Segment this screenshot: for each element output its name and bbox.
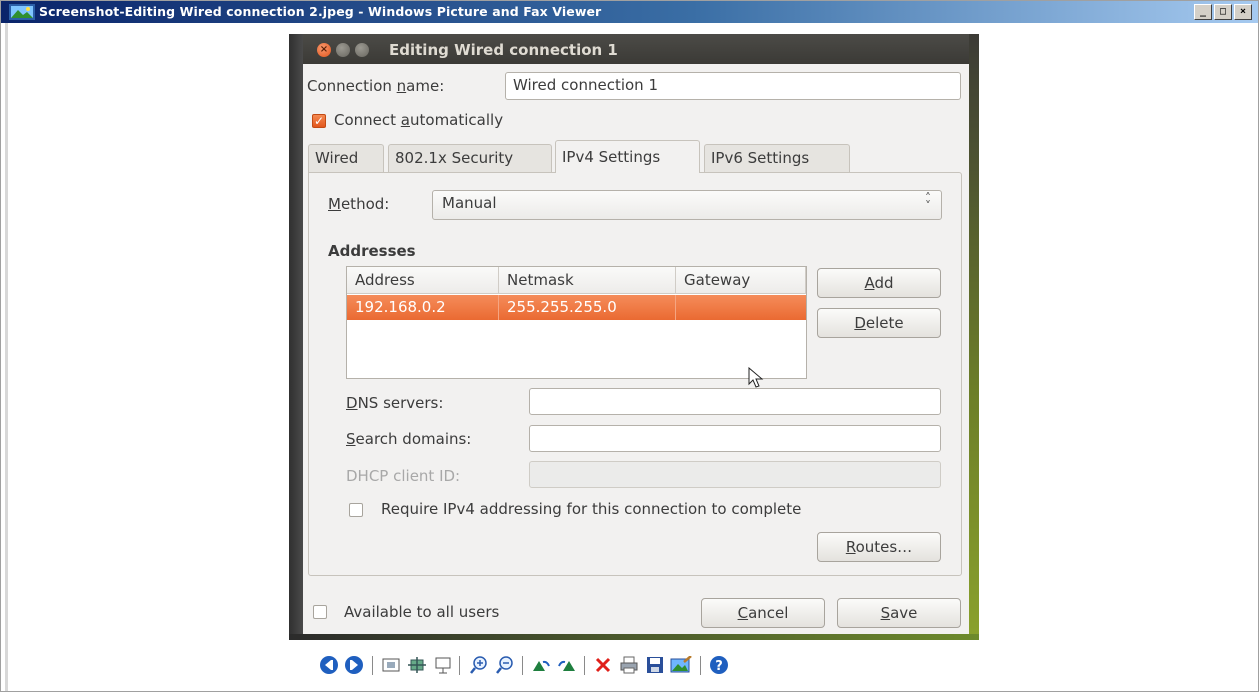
available-to-all-users-label: Available to all users (344, 603, 500, 621)
mouse-pointer-icon (748, 367, 764, 388)
previous-image-icon[interactable] (318, 654, 340, 676)
window-edge (5, 23, 8, 691)
rotate-clockwise-icon[interactable] (530, 654, 552, 676)
available-to-all-users-checkbox[interactable] (313, 605, 327, 619)
image-left-strip (289, 34, 303, 640)
dialog-close-icon[interactable]: × (317, 43, 331, 57)
rotate-counterclockwise-icon[interactable] (556, 654, 578, 676)
connect-automatically-checkbox[interactable]: ✓ (312, 114, 326, 128)
search-domains-label: Search domains: (346, 430, 472, 448)
dns-servers-label: DNS servers: (346, 394, 444, 412)
edit-icon[interactable] (670, 654, 692, 676)
zoom-out-icon[interactable] (494, 654, 516, 676)
toolbar-separator (459, 656, 460, 675)
column-header-gateway[interactable]: Gateway (676, 267, 806, 294)
image-bottom-strip (289, 634, 979, 640)
method-value: Manual (442, 194, 497, 212)
help-icon[interactable]: ? (708, 654, 730, 676)
minimize-button[interactable]: _ (1194, 4, 1212, 20)
slideshow-icon[interactable] (432, 654, 454, 676)
method-label: Method: (328, 195, 390, 213)
column-header-netmask[interactable]: Netmask (499, 267, 676, 294)
tab-ipv6-settings[interactable]: IPv6 Settings (704, 144, 850, 172)
close-button[interactable]: × (1234, 4, 1252, 20)
combo-arrows-icon: ˄ ˅ (925, 191, 931, 213)
window-title: Screenshot-Editing Wired connection 2.jp… (39, 4, 602, 19)
table-row[interactable]: 192.168.0.2 255.255.255.0 (347, 295, 806, 320)
actual-size-icon[interactable] (406, 654, 428, 676)
maximize-button[interactable]: □ (1214, 4, 1232, 20)
save-icon[interactable] (644, 654, 666, 676)
tab-802-1x-security[interactable]: 802.1x Security (388, 144, 552, 172)
delete-button[interactable]: Delete (817, 308, 941, 338)
toolbar-separator (372, 656, 373, 675)
picture-viewer-app-icon (9, 4, 35, 20)
cancel-button[interactable]: Cancel (701, 598, 825, 628)
delete-icon[interactable] (592, 654, 614, 676)
tab-ipv4-settings[interactable]: IPv4 Settings (555, 140, 700, 173)
method-select[interactable]: Manual ˄ ˅ (432, 190, 942, 220)
svg-text:?: ? (715, 659, 723, 674)
connect-automatically-label: Connect automatically (334, 111, 504, 129)
routes-button[interactable]: Routes… (817, 532, 941, 562)
dialog-minimize-icon[interactable] (336, 43, 350, 57)
editing-connection-dialog: × Editing Wired connection 1 Connection … (303, 34, 969, 634)
viewer-toolbar: ? (318, 654, 948, 680)
cell-address[interactable]: 192.168.0.2 (347, 295, 499, 320)
next-image-icon[interactable] (343, 654, 365, 676)
tab-wired[interactable]: Wired (308, 144, 384, 172)
toolbar-separator (700, 656, 701, 675)
best-fit-icon[interactable] (380, 654, 402, 676)
addresses-heading: Addresses (328, 242, 416, 260)
require-ipv4-checkbox[interactable] (349, 503, 363, 517)
connection-name-label: Connection name: (307, 77, 445, 95)
dialog-title-bar: × Editing Wired connection 1 (303, 34, 969, 64)
add-button[interactable]: Add (817, 268, 941, 298)
dhcp-client-id-label: DHCP client ID: (346, 467, 461, 485)
dialog-maximize-icon[interactable] (355, 43, 369, 57)
dhcp-client-id-field (529, 461, 941, 488)
save-button[interactable]: Save (837, 598, 961, 628)
toolbar-separator (522, 656, 523, 675)
dns-servers-field[interactable] (529, 388, 941, 415)
connection-name-field[interactable]: Wired connection 1 (505, 72, 961, 100)
print-icon[interactable] (618, 654, 640, 676)
window-title-bar[interactable]: Screenshot-Editing Wired connection 2.jp… (1, 1, 1258, 23)
zoom-in-icon[interactable] (468, 654, 490, 676)
require-ipv4-label: Require IPv4 addressing for this connect… (381, 500, 802, 518)
search-domains-field[interactable] (529, 425, 941, 452)
window-controls: _ □ × (1192, 4, 1252, 20)
cell-gateway[interactable] (676, 295, 806, 320)
addresses-table[interactable]: Address Netmask Gateway 192.168.0.2 255.… (346, 266, 807, 379)
toolbar-separator (584, 656, 585, 675)
column-header-address[interactable]: Address (347, 267, 499, 294)
dialog-title: Editing Wired connection 1 (389, 41, 618, 59)
cell-netmask[interactable]: 255.255.255.0 (499, 295, 676, 320)
